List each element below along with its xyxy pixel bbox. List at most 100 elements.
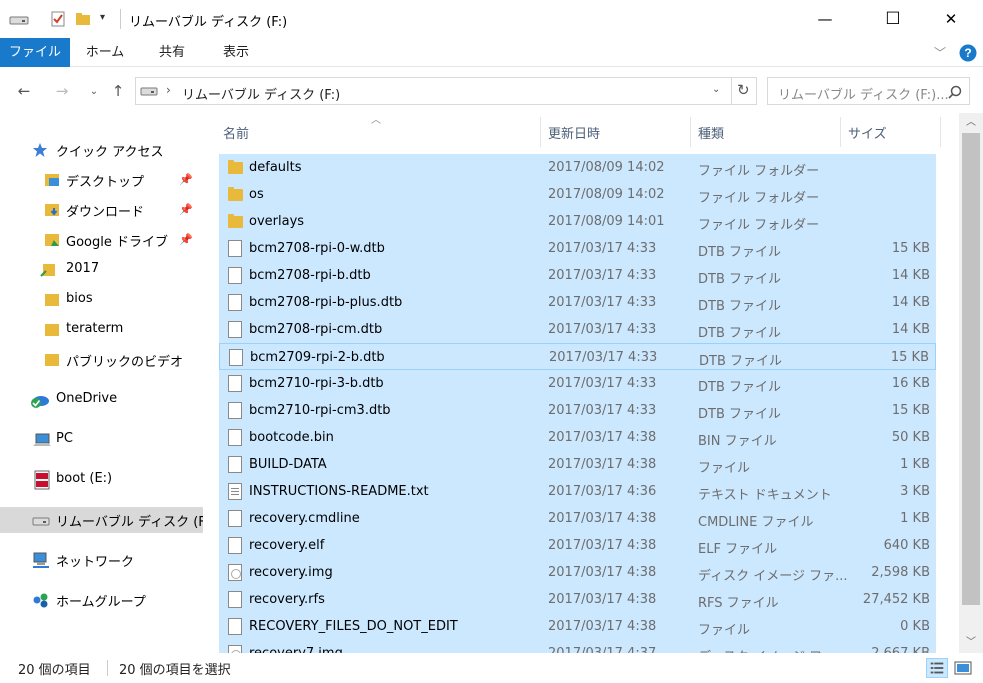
file-icon: [228, 375, 242, 392]
column-date[interactable]: 更新日時: [548, 123, 600, 142]
file-row[interactable]: bcm2708-rpi-b-plus.dtb 2017/03/17 4:33 DTB…: [219, 289, 936, 316]
file-date: 2017/03/17 4:37: [548, 646, 656, 653]
file-name: bcm2708-rpi-b.dtb: [249, 268, 371, 283]
search-icon[interactable]: [948, 85, 962, 99]
column-size[interactable]: サイズ: [848, 123, 887, 142]
tab-share[interactable]: 共有: [144, 38, 200, 67]
tab-file[interactable]: ファイル: [0, 38, 70, 67]
nav-item-label: bios: [66, 291, 93, 306]
tab-view[interactable]: 表示: [208, 38, 264, 67]
file-row[interactable]: defaults 2017/08/09 14:02 ファイル フォルダー: [219, 154, 936, 181]
file-row[interactable]: os 2017/08/09 14:02 ファイル フォルダー: [219, 181, 936, 208]
column-divider[interactable]: [940, 117, 941, 147]
pin-icon[interactable]: 📌: [179, 173, 193, 186]
file-row[interactable]: INSTRUCTIONS-README.txt 2017/03/17 4:36 テキ…: [219, 478, 936, 505]
nav-item-removable-disk[interactable]: リムーバブル ディスク (F:): [0, 507, 214, 533]
close-button[interactable]: ✕: [928, 0, 974, 38]
properties-icon[interactable]: [50, 11, 66, 27]
nav-item-teraterm[interactable]: teraterm: [0, 317, 203, 343]
file-name: recovery.rfs: [249, 592, 325, 607]
nav-item-boot-drive[interactable]: boot (E:): [0, 467, 203, 493]
search-input[interactable]: リムーバブル ディスク (F:)...: [778, 84, 949, 103]
file-row[interactable]: recovery7.img 2017/03/17 4:37 ディスク イメージ ファ…: [219, 640, 936, 653]
scroll-up-icon[interactable]: ︿: [959, 113, 983, 133]
address-bar[interactable]: › リムーバブル ディスク (F:) ⌄ ↻: [135, 77, 757, 105]
file-row[interactable]: recovery.cmdline 2017/03/17 4:38 CMDLINE フ…: [219, 505, 936, 532]
file-row[interactable]: RECOVERY_FILES_DO_NOT_EDIT 2017/03/17 4:3…: [219, 613, 936, 640]
file-row[interactable]: bcm2709-rpi-2-b.dtb 2017/03/17 4:33 DTB ファ…: [219, 343, 936, 370]
file-type: ディスク イメージ ファ...: [698, 646, 848, 653]
file-icon: [228, 429, 242, 446]
nav-item-bios[interactable]: bios: [0, 287, 203, 313]
nav-item-public-videos[interactable]: パブリックのビデオ: [0, 347, 203, 373]
forward-arrow-icon[interactable]: →: [51, 80, 73, 102]
recent-locations-icon[interactable]: ⌄: [83, 80, 105, 102]
file-row[interactable]: bcm2710-rpi-3-b.dtb 2017/03/17 4:33 DTB ファ…: [219, 370, 936, 397]
file-icon: [228, 456, 242, 473]
nav-item-quick-access[interactable]: クイック アクセス: [0, 137, 203, 163]
breadcrumb[interactable]: リムーバブル ディスク (F:): [182, 84, 340, 103]
column-type[interactable]: 種類: [698, 123, 724, 142]
file-row[interactable]: bootcode.bin 2017/03/17 4:38 BIN ファイル 50 KB: [219, 424, 936, 451]
file-date: 2017/03/17 4:33: [548, 241, 657, 256]
file-icon: [228, 537, 242, 554]
details-view-icon[interactable]: [926, 658, 948, 678]
address-dropdown-icon[interactable]: ⌄: [712, 84, 720, 95]
nav-item-homegroup[interactable]: ホームグループ: [0, 587, 203, 613]
file-row[interactable]: recovery.elf 2017/03/17 4:38 ELF ファイル 640 K…: [219, 532, 936, 559]
pin-icon[interactable]: 📌: [179, 233, 193, 246]
folder-icon: [40, 264, 55, 277]
file-icon: [228, 402, 242, 419]
google-drive-folder-icon: [45, 234, 59, 246]
scroll-down-icon[interactable]: ﹀: [959, 633, 983, 653]
help-icon[interactable]: ?: [959, 44, 977, 62]
file-row[interactable]: overlays 2017/08/09 14:01 ファイル フォルダー: [219, 208, 936, 235]
drive-icon[interactable]: [9, 14, 29, 26]
file-type: DTB ファイル: [698, 299, 782, 314]
nav-item-desktop[interactable]: デスクトップ 📌: [0, 167, 203, 193]
refresh-icon[interactable]: ↻: [737, 81, 750, 99]
nav-item-network[interactable]: ネットワーク: [0, 547, 203, 573]
back-arrow-icon[interactable]: ←: [13, 80, 35, 102]
file-row[interactable]: bcm2708-rpi-cm.dtb 2017/03/17 4:33 DTB ファイ…: [219, 316, 936, 343]
onedrive-icon: [31, 396, 49, 408]
maximize-button[interactable]: ☐: [870, 0, 916, 38]
nav-item-pc[interactable]: PC: [0, 427, 203, 453]
file-row[interactable]: BUILD-DATA 2017/03/17 4:38 ファイル 1 KB: [219, 451, 936, 478]
file-type: ファイル フォルダー: [698, 191, 820, 206]
tab-home[interactable]: ホーム: [76, 38, 134, 67]
file-type: CMDLINE ファイル: [698, 515, 814, 530]
breadcrumb-chevron-icon[interactable]: ›: [166, 83, 171, 97]
vertical-scrollbar[interactable]: ︿ ﹀: [959, 113, 983, 653]
scrollbar-thumb[interactable]: [962, 133, 980, 605]
ribbon-expand-icon[interactable]: ﹀: [934, 44, 946, 61]
address-row: ← → ⌄ ↑ › リムーバブル ディスク (F:) ⌄ ↻ リムーバブル ディ…: [0, 67, 983, 113]
minimize-button[interactable]: —: [802, 0, 848, 38]
nav-item-label: リムーバブル ディスク (F:): [56, 515, 215, 530]
nav-item-google-drive[interactable]: Google ドライブ 📌: [0, 227, 203, 253]
up-arrow-icon[interactable]: ↑: [107, 80, 129, 102]
file-list: ︿ 名前 更新日時 種類 サイズ defaults 2017/08/09 14:0…: [203, 113, 959, 653]
new-folder-icon[interactable]: [75, 12, 91, 26]
nav-item-label: デスクトップ: [66, 175, 145, 190]
search-box[interactable]: リムーバブル ディスク (F:)...: [767, 77, 970, 105]
file-row[interactable]: bcm2710-rpi-cm3.dtb 2017/03/17 4:33 DTB ファ…: [219, 397, 936, 424]
quick-access-toolbar-dropdown-icon[interactable]: ▾: [100, 12, 105, 23]
nav-item-downloads[interactable]: ダウンロード 📌: [0, 197, 203, 223]
sort-ascending-icon: ︿: [371, 115, 381, 126]
pin-icon[interactable]: 📌: [179, 203, 193, 216]
nav-item-onedrive[interactable]: OneDrive: [0, 387, 203, 413]
column-divider[interactable]: [690, 117, 691, 147]
nav-item-2017[interactable]: 2017: [0, 257, 203, 283]
file-name: bcm2710-rpi-cm3.dtb: [249, 403, 391, 418]
desktop-folder-icon: [45, 174, 59, 186]
file-name: os: [249, 187, 264, 202]
column-divider[interactable]: [540, 117, 541, 147]
file-row[interactable]: bcm2708-rpi-b.dtb 2017/03/17 4:33 DTB ファイル…: [219, 262, 936, 289]
large-icons-view-icon[interactable]: [952, 658, 974, 678]
file-row[interactable]: recovery.img 2017/03/17 4:38 ディスク イメージ ファ.…: [219, 559, 936, 586]
column-divider[interactable]: [840, 117, 841, 147]
file-row[interactable]: bcm2708-rpi-0-w.dtb 2017/03/17 4:33 DTB ファ…: [219, 235, 936, 262]
column-name[interactable]: 名前: [223, 123, 249, 142]
file-row[interactable]: recovery.rfs 2017/03/17 4:38 RFS ファイル 27,45…: [219, 586, 936, 613]
